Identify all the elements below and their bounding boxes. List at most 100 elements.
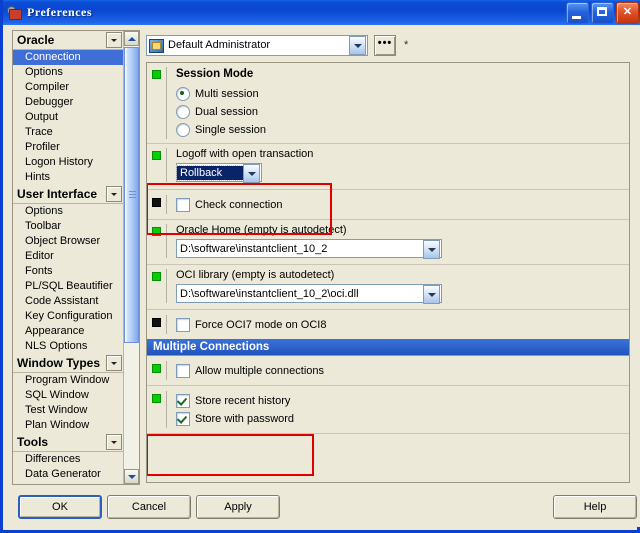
tree-item-ui-options[interactable]: Options [13, 204, 125, 219]
checkbox-allow-multiple-connections[interactable]: Allow multiple connections [176, 362, 623, 379]
title-bar: Preferences ✕ [3, 0, 640, 25]
status-marker-green [147, 148, 166, 160]
profile-select[interactable]: Default Administrator [146, 34, 368, 56]
option-oracle-home: Oracle Home (empty is autodetect) D:\sof… [147, 220, 629, 265]
chevron-down-icon[interactable] [423, 240, 440, 259]
status-marker-green [147, 269, 166, 281]
settings-panel: Default Administrator ••• * Session Mode… [146, 30, 634, 485]
tree-item-program-window[interactable]: Program Window [13, 373, 125, 388]
unsaved-indicator: * [404, 39, 409, 51]
oracle-home-input[interactable]: D:\software\instantclient_10_2 [176, 239, 442, 259]
close-button[interactable]: ✕ [616, 1, 639, 24]
user-profile-icon [149, 38, 164, 53]
tree-item-editor[interactable]: Editor [13, 249, 125, 264]
checkbox-store-with-password[interactable]: Store with password [176, 410, 623, 427]
tree-item-nls-options[interactable]: NLS Options [13, 339, 125, 354]
profile-row: Default Administrator ••• * [146, 30, 634, 60]
option-session-mode: Session Mode Multi session Dual session … [147, 63, 629, 144]
maximize-button[interactable] [591, 1, 614, 24]
option-force-oci7: Force OCI7 mode on OCI8 [147, 310, 629, 339]
checkbox-force-oci7[interactable]: Force OCI7 mode on OCI8 [176, 316, 623, 333]
cancel-button[interactable]: Cancel [107, 495, 191, 519]
tree-item-toolbar[interactable]: Toolbar [13, 219, 125, 234]
status-marker-green [147, 67, 166, 79]
options-list: Session Mode Multi session Dual session … [146, 62, 630, 483]
tree-item-output[interactable]: Output [13, 110, 125, 125]
logoff-action-select[interactable]: Rollback [176, 163, 262, 183]
tree-item-plsql-beautifier[interactable]: PL/SQL Beautifier [13, 279, 125, 294]
option-check-connection: Check connection [147, 190, 629, 220]
tree-scrollbar[interactable] [123, 31, 139, 484]
close-icon: ✕ [622, 6, 633, 18]
checkbox-icon[interactable] [176, 317, 190, 332]
radio-dual-session[interactable]: Dual session [176, 103, 623, 120]
tree-item-compiler[interactable]: Compiler [13, 80, 125, 95]
chevron-down-icon[interactable] [106, 32, 122, 48]
scrollbar-thumb[interactable] [124, 47, 139, 343]
radio-icon[interactable] [176, 86, 190, 101]
client-area: Oracle Connection Options Compiler Debug… [6, 25, 640, 527]
tree-item-debugger[interactable]: Debugger [13, 95, 125, 110]
preferences-window: Preferences ✕ Oracle Connection Options … [0, 0, 640, 533]
tree-item-fonts[interactable]: Fonts [13, 264, 125, 279]
checkbox-icon[interactable] [176, 393, 190, 408]
oracle-home-label: Oracle Home (empty is autodetect) [176, 224, 347, 236]
oracle-home-value: D:\software\instantclient_10_2 [180, 242, 328, 255]
tree-group-user-interface[interactable]: User Interface [13, 185, 125, 204]
tree-group-oracle[interactable]: Oracle [13, 31, 125, 50]
option-store-history: Store recent history Store with password [147, 386, 629, 434]
radio-icon[interactable] [176, 122, 190, 137]
scroll-up-button[interactable] [124, 31, 139, 46]
oci-library-label: OCI library (empty is autodetect) [176, 269, 335, 281]
tree-item-connection[interactable]: Connection [13, 50, 125, 65]
tree-item-trace[interactable]: Trace [13, 125, 125, 140]
ok-button[interactable]: OK [18, 495, 102, 519]
status-marker-dark [147, 195, 166, 207]
tree-item-profiler[interactable]: Profiler [13, 140, 125, 155]
radio-multi-session[interactable]: Multi session [176, 85, 623, 102]
session-mode-title: Session Mode [176, 68, 254, 80]
tree-item-appearance[interactable]: Appearance [13, 324, 125, 339]
checkbox-icon[interactable] [176, 363, 190, 378]
chevron-down-icon[interactable] [423, 285, 440, 304]
tree-item-key-configuration[interactable]: Key Configuration [13, 309, 125, 324]
checkbox-icon[interactable] [176, 411, 190, 426]
dialog-buttons: OK Cancel Apply Help [6, 491, 640, 527]
tree-item-logon-history[interactable]: Logon History [13, 155, 125, 170]
tree-item-plan-window[interactable]: Plan Window [13, 418, 125, 433]
tree-item-differences[interactable]: Differences [13, 452, 125, 467]
oci-library-input[interactable]: D:\software\instantclient_10_2\oci.dll [176, 284, 442, 304]
tree-items: Oracle Connection Options Compiler Debug… [13, 31, 125, 484]
help-button[interactable]: Help [553, 495, 637, 519]
tree-group-tools[interactable]: Tools [13, 433, 125, 452]
profile-browse-button[interactable]: ••• [374, 34, 396, 56]
preferences-icon [7, 5, 23, 21]
checkbox-store-recent-history[interactable]: Store recent history [176, 392, 623, 409]
chevron-down-icon[interactable] [106, 355, 122, 371]
chevron-down-icon[interactable] [106, 186, 122, 202]
scroll-down-button[interactable] [124, 469, 139, 484]
tree-item-test-window[interactable]: Test Window [13, 403, 125, 418]
radio-icon[interactable] [176, 104, 190, 119]
option-allow-multiple-connections: Allow multiple connections [147, 356, 629, 386]
checkbox-check-connection[interactable]: Check connection [176, 196, 623, 213]
tree-item-object-browser[interactable]: Object Browser [13, 234, 125, 249]
tree-item-sql-window[interactable]: SQL Window [13, 388, 125, 403]
apply-button[interactable]: Apply [196, 495, 280, 519]
tree-item-code-assistant[interactable]: Code Assistant [13, 294, 125, 309]
chevron-down-icon[interactable] [349, 35, 366, 55]
status-marker-green [147, 391, 166, 403]
tree-item-data-generator[interactable]: Data Generator [13, 467, 125, 482]
preferences-tree[interactable]: Oracle Connection Options Compiler Debug… [12, 30, 140, 485]
tree-group-window-types[interactable]: Window Types [13, 354, 125, 373]
option-logoff-transaction: Logoff with open transaction Rollback [147, 144, 629, 190]
radio-single-session[interactable]: Single session [176, 121, 623, 138]
chevron-down-icon[interactable] [106, 434, 122, 450]
minimize-button[interactable] [566, 1, 589, 24]
checkbox-icon[interactable] [176, 197, 190, 212]
annotation-box-store-options [147, 434, 314, 476]
tree-item-hints[interactable]: Hints [13, 170, 125, 185]
chevron-down-icon[interactable] [243, 164, 260, 183]
tree-item-options[interactable]: Options [13, 65, 125, 80]
status-marker-green [147, 224, 166, 236]
